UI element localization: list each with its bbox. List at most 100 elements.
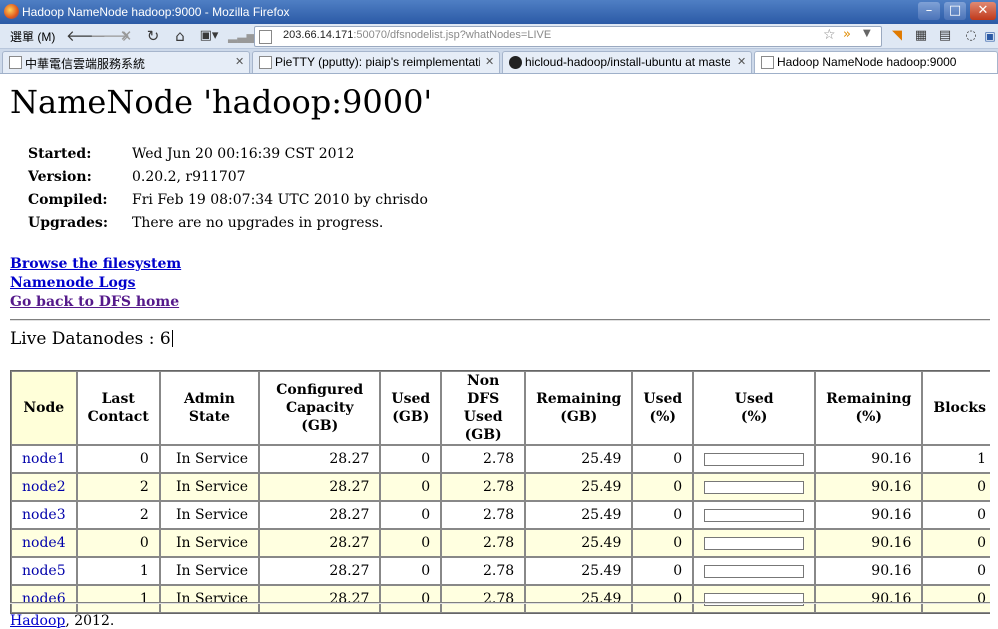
close-tab-icon[interactable]: ✕ — [737, 55, 746, 68]
usage-progress-bar — [704, 452, 805, 466]
tab-item[interactable]: hicloud-hadoop/install-ubuntu at master … — [502, 51, 752, 73]
close-window-button[interactable]: ✕ — [970, 2, 996, 20]
cell-admin-state: In Service — [159, 585, 260, 613]
navigation-toolbar: 選單 (M) 🡐 🡒 ✕ ↻ ⌂ ▣▾ ▂▃▅ 203.66.14.171:50… — [0, 24, 998, 49]
column-header-used-gb[interactable]: Used (GB) — [380, 371, 442, 445]
cell-used-percent: 0 — [632, 473, 694, 501]
page-icon — [761, 56, 774, 69]
page-icon — [259, 56, 272, 69]
stop-icon[interactable]: ✕ — [116, 26, 136, 46]
scrollbar[interactable] — [990, 74, 998, 621]
namenode-logs-link[interactable]: Namenode Logs — [10, 275, 136, 291]
table-row: node3 2 In Service 28.27 0 2.78 25.49 0 90.16 0 — [11, 501, 997, 529]
node-link[interactable]: node3 — [22, 507, 66, 523]
column-header-last-contact[interactable]: Last Contact — [76, 371, 160, 445]
browse-filesystem-link[interactable]: Browse the filesystem — [10, 256, 181, 272]
cell-remaining-percent: 90.16 — [815, 557, 923, 585]
puzzle-icon[interactable]: ▤ — [936, 26, 954, 46]
footer: Hadoop, 2012. — [10, 613, 114, 629]
forward-arrow-icon[interactable]: 🡒 — [90, 26, 130, 46]
node-link[interactable]: node4 — [22, 535, 66, 551]
cell-remaining-gb: 25.49 — [525, 501, 633, 529]
window-title: Hadoop NameNode hadoop:9000 - Mozilla Fi… — [22, 5, 290, 19]
node-link[interactable]: node2 — [22, 479, 66, 495]
cell-remaining-percent: 90.16 — [815, 585, 923, 613]
feed-icon[interactable]: » — [843, 27, 851, 42]
cell-used-percent: 0 — [632, 585, 694, 613]
url-dropdown-icon[interactable]: ▼ — [863, 28, 871, 39]
node-link[interactable]: node5 — [22, 563, 66, 579]
tab-item-active[interactable]: Hadoop NameNode hadoop:9000 — [754, 51, 998, 73]
column-header-used-bar[interactable]: Used (%) — [693, 371, 816, 445]
back-arrow-icon[interactable]: 🡐 — [66, 26, 106, 46]
info-value-version: 0.20.2, r911707 — [132, 169, 246, 185]
cell-node[interactable]: node3 — [11, 501, 77, 529]
table-row: node4 0 In Service 28.27 0 2.78 25.49 0 90.16 0 — [11, 529, 997, 557]
cell-blocks: 0 — [922, 557, 997, 585]
cell-node[interactable]: node4 — [11, 529, 77, 557]
cell-used-percent: 0 — [632, 445, 694, 473]
cell-remaining-gb: 25.49 — [525, 529, 633, 557]
column-header-admin-state[interactable]: Admin State — [159, 371, 260, 445]
dfs-home-link[interactable]: Go back to DFS home — [10, 294, 179, 310]
info-value-started: Wed Jun 20 00:16:39 CST 2012 — [132, 146, 355, 162]
sync-icon[interactable]: ◌ — [962, 26, 980, 46]
column-header-node[interactable]: Node — [11, 371, 77, 445]
info-label-version: Version: — [28, 169, 92, 185]
cell-last-contact: 1 — [76, 557, 160, 585]
grid-icon[interactable]: ▦ — [912, 26, 930, 46]
cell-used-bar — [693, 585, 816, 613]
cell-admin-state: In Service — [159, 501, 260, 529]
cell-remaining-percent: 90.16 — [815, 529, 923, 557]
column-header-remaining-gb[interactable]: Remaining (GB) — [525, 371, 633, 445]
cell-used-gb: 0 — [380, 473, 442, 501]
cell-node[interactable]: node1 — [11, 445, 77, 473]
usage-progress-bar — [704, 536, 805, 550]
rss-icon[interactable]: ◥ — [888, 26, 906, 46]
node-link[interactable]: node1 — [22, 451, 66, 467]
bookmark-star-icon[interactable]: ☆ — [823, 27, 836, 43]
close-tab-icon[interactable]: ✕ — [235, 55, 244, 68]
tab-label: 中華電信雲端服務系統 — [25, 57, 146, 71]
table-row: node1 0 In Service 28.27 0 2.78 25.49 0 90.16 1 — [11, 445, 997, 473]
cell-non-dfs-used: 2.78 — [441, 501, 526, 529]
info-value-compiled: Fri Feb 19 08:07:34 UTC 2010 by chrisdo — [132, 192, 428, 208]
address-bar[interactable]: 203.66.14.171:50070/dfsnodelist.jsp?what… — [254, 26, 882, 47]
minimize-button[interactable]: – — [918, 2, 940, 20]
cell-blocks: 0 — [922, 529, 997, 557]
live-datanodes-heading: Live Datanodes : 6 — [10, 329, 173, 349]
addon-icon[interactable]: ▣ — [982, 26, 998, 46]
reload-icon[interactable]: ↻ — [142, 26, 164, 46]
column-header-blocks[interactable]: Blocks — [922, 371, 997, 445]
tab-item[interactable]: 中華電信雲端服務系統 ✕ — [2, 51, 250, 73]
home-icon[interactable]: ⌂ — [170, 26, 190, 46]
cell-used-gb: 0 — [380, 557, 442, 585]
divider — [10, 602, 998, 604]
maximize-button[interactable]: □ — [944, 2, 966, 20]
cell-node[interactable]: node2 — [11, 473, 77, 501]
tab-item[interactable]: PieTTY (pputty): piaip's reimplementatio… — [252, 51, 500, 73]
footer-text: , 2012. — [65, 613, 115, 629]
cell-configured-capacity: 28.27 — [259, 473, 381, 501]
menu-button[interactable]: 選單 (M) — [10, 28, 55, 45]
column-header-non-dfs-used[interactable]: Non DFS Used (GB) — [441, 371, 526, 445]
info-label-upgrades: Upgrades: — [28, 215, 108, 231]
cell-used-bar — [693, 445, 816, 473]
column-header-used-percent[interactable]: Used (%) — [632, 371, 694, 445]
bookmarks-menu-icon[interactable]: ▣▾ — [196, 26, 222, 46]
column-header-configured-capacity[interactable]: Configured Capacity (GB) — [259, 371, 381, 445]
usage-progress-bar — [704, 564, 805, 578]
column-header-remaining-percent[interactable]: Remaining (%) — [815, 371, 923, 445]
cell-remaining-gb: 25.49 — [525, 557, 633, 585]
table-header-row: Node Last Contact Admin State Configured C… — [11, 371, 997, 445]
cell-remaining-percent: 90.16 — [815, 501, 923, 529]
hadoop-link[interactable]: Hadoop — [10, 613, 65, 629]
close-tab-icon[interactable]: ✕ — [485, 55, 494, 68]
cell-remaining-percent: 90.16 — [815, 473, 923, 501]
url-text[interactable]: 203.66.14.171:50070/dfsnodelist.jsp?what… — [283, 29, 551, 41]
cell-node[interactable]: node6 — [11, 585, 77, 613]
cell-configured-capacity: 28.27 — [259, 529, 381, 557]
cell-node[interactable]: node5 — [11, 557, 77, 585]
divider — [10, 319, 998, 321]
node-link[interactable]: node6 — [22, 591, 66, 607]
